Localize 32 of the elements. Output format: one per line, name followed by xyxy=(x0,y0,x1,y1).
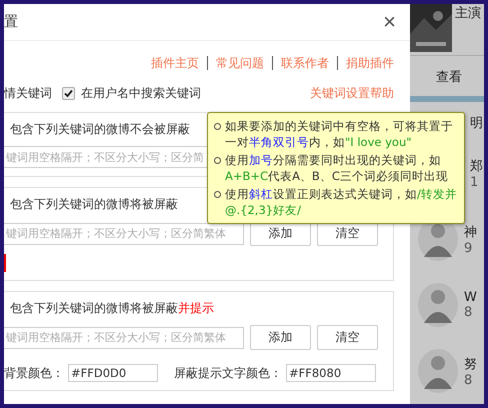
tip-text: 使用加号分隔需要同时出现的关键词，如 A+B+C代表A、B、C三个词必须同时出现 xyxy=(225,152,449,184)
checkbox-label: 在用户名中搜索关键词 xyxy=(81,84,201,102)
keyword-input[interactable]: 键词用空格隔开；不区分大小写；区分简 xyxy=(4,146,208,168)
color-input[interactable]: #FF8080 xyxy=(286,364,376,382)
tip-text: 如果要添加的关键词中有空格，可将其置于一对半角双引号内，如"I love you" xyxy=(225,118,454,150)
tip-text: 使用斜杠设置正则表达式关键词，如/转发并@.{2,3}好友/ xyxy=(225,186,458,218)
user-name[interactable]: 郑 xyxy=(470,156,483,174)
checkbox[interactable] xyxy=(62,86,75,100)
section-heading: 明 xyxy=(470,115,484,132)
section-title: 包含下列关键词的微博将被屏蔽 xyxy=(9,196,178,213)
add-button[interactable]: 添加 xyxy=(250,325,311,350)
cast-label: 主演 xyxy=(455,5,481,23)
close-button[interactable]: × xyxy=(383,11,396,33)
clear-button[interactable]: 清空 xyxy=(317,325,378,350)
marker-bar xyxy=(4,254,6,272)
dialog-title: 置 xyxy=(4,13,18,31)
user-count: 8 xyxy=(464,372,474,388)
keyword-input[interactable]: 键词用空格隔开；不区分大小写；区分简繁体 xyxy=(4,326,244,348)
user-count: 8 xyxy=(464,305,474,320)
color-label: 屏蔽提示文字颜色： xyxy=(174,364,282,382)
user-count: 1 xyxy=(470,174,480,190)
section-title: 包含下列关键词的微博不会被屏蔽 xyxy=(9,121,190,138)
user-count: 9 xyxy=(464,240,474,256)
color-label: 背景颜色： xyxy=(4,364,64,382)
user-name[interactable]: 努 xyxy=(464,354,477,372)
section-title: 包含下列关键词的微博将被屏蔽并提示 xyxy=(9,300,214,317)
keyword-input[interactable]: 键词用空格隔开；不区分大小写；区分简繁体 xyxy=(4,222,244,244)
option-label: 情关键词 xyxy=(4,84,52,102)
color-input[interactable]: #FFD0D0 xyxy=(68,364,158,382)
user-name[interactable]: W xyxy=(464,290,477,305)
view-link[interactable]: 查看 xyxy=(436,68,484,86)
user-name[interactable]: 神 xyxy=(464,222,477,240)
